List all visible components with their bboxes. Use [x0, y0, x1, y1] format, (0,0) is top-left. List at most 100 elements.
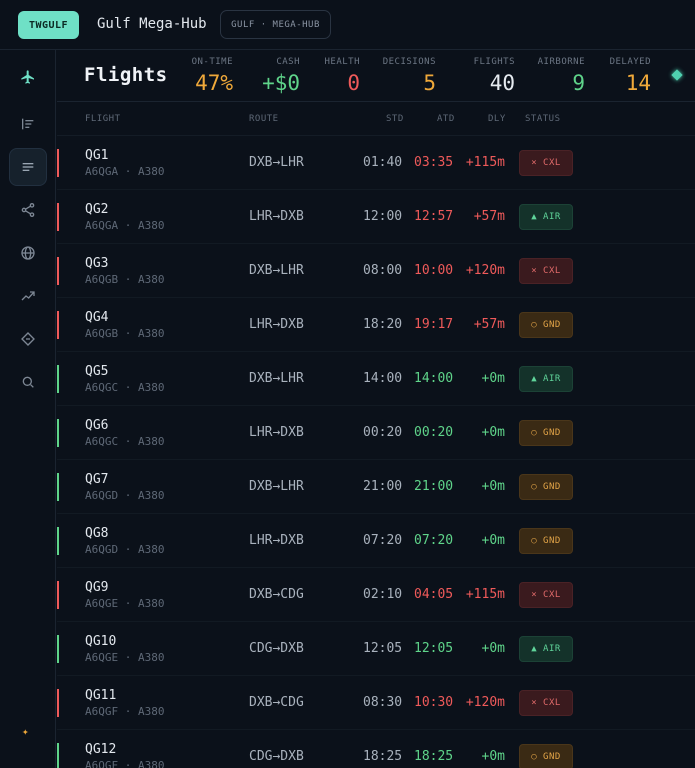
delay-value: +57m: [473, 317, 505, 332]
status-badge[interactable]: × CXL: [519, 258, 573, 284]
sparkle-icon: ✦: [22, 725, 29, 738]
network-icon[interactable]: [9, 191, 47, 229]
std-time: 21:00: [363, 479, 403, 494]
col-atd[interactable]: ATD: [437, 114, 455, 124]
flight-number: QG11: [85, 688, 117, 703]
status-badge[interactable]: ○ GND: [519, 744, 573, 768]
status-badge[interactable]: ▲ AIR: [519, 636, 573, 662]
route: DXB→CDG: [249, 695, 304, 710]
table-row[interactable]: QG3 A6QGB · A380 DXB→LHR 08:00 10:00 +120m × C…: [57, 244, 695, 298]
table-row[interactable]: QG12 A6QGF · A380 CDG→DXB 18:25 18:25 +0m ○ GN…: [57, 730, 695, 768]
status-badge[interactable]: × CXL: [519, 150, 573, 176]
timeline-icon[interactable]: [9, 105, 47, 143]
status-badge[interactable]: ▲ AIR: [519, 204, 573, 230]
atd-time: 21:00: [414, 479, 454, 494]
stat-value: +$0: [262, 71, 300, 95]
status-badge[interactable]: ○ GND: [519, 474, 573, 500]
stat-value: 5: [423, 71, 436, 95]
globe-icon[interactable]: [9, 234, 47, 272]
delay-indicator: [57, 203, 59, 231]
std-time: 08:30: [363, 695, 403, 710]
trend-icon[interactable]: [9, 277, 47, 315]
aircraft-reg: A6QGF · A380: [85, 705, 165, 718]
hub-selector[interactable]: GULF · MEGA-HUB: [220, 10, 331, 39]
atd-time: 10:30: [414, 695, 454, 710]
table-row[interactable]: QG5 A6QGC · A380 DXB→LHR 14:00 14:00 +0m ▲ AIR: [57, 352, 695, 406]
aircraft-reg: A6QGD · A380: [85, 543, 165, 556]
stat-value: 47%: [195, 71, 233, 95]
col-std[interactable]: STD: [386, 114, 404, 124]
stat-on-time: ON-TIME 47%: [192, 57, 233, 95]
plane-icon[interactable]: [9, 58, 47, 96]
col-route[interactable]: ROUTE: [249, 114, 279, 124]
stat-label: ON-TIME: [191, 57, 233, 67]
search-icon[interactable]: [9, 363, 47, 401]
route: CDG→DXB: [249, 749, 304, 764]
stat-label: CASH: [276, 57, 300, 67]
logo-button[interactable]: TWGULF: [18, 11, 79, 39]
aircraft-reg: A6QGB · A380: [85, 327, 165, 340]
delay-value: +0m: [481, 479, 505, 494]
delay-indicator: [57, 743, 59, 768]
table-row[interactable]: QG6 A6QGC · A380 LHR→DXB 00:20 00:20 +0m ○ GND: [57, 406, 695, 460]
delay-indicator: [57, 473, 59, 501]
aircraft-reg: A6QGE · A380: [85, 597, 165, 610]
atd-time: 12:05: [414, 641, 454, 656]
route: DXB→LHR: [249, 371, 304, 386]
table-row[interactable]: QG10 A6QGE · A380 CDG→DXB 12:05 12:05 +0m ▲ AI…: [57, 622, 695, 676]
std-time: 01:40: [363, 155, 403, 170]
status-badge[interactable]: ○ GND: [519, 420, 573, 446]
std-time: 12:05: [363, 641, 403, 656]
col-dly[interactable]: DLY: [488, 114, 506, 124]
table-row[interactable]: QG2 A6QGA · A380 LHR→DXB 12:00 12:57 +57m ▲ AI…: [57, 190, 695, 244]
flight-number: QG1: [85, 148, 109, 163]
delay-indicator: [57, 527, 59, 555]
list-icon[interactable]: [9, 148, 47, 186]
route: LHR→DXB: [249, 425, 304, 440]
ticket-icon[interactable]: [9, 320, 47, 358]
std-time: 14:00: [363, 371, 403, 386]
table-row[interactable]: QG9 A6QGE · A380 DXB→CDG 02:10 04:05 +115m × C…: [57, 568, 695, 622]
table-row[interactable]: QG8 A6QGD · A380 LHR→DXB 07:20 07:20 +0m ○ GND: [57, 514, 695, 568]
atd-time: 18:25: [414, 749, 454, 764]
table-row[interactable]: QG11 A6QGF · A380 DXB→CDG 08:30 10:30 +120m × …: [57, 676, 695, 730]
status-badge[interactable]: × CXL: [519, 690, 573, 716]
stat-decisions: DECISIONS 5: [383, 57, 436, 95]
delay-indicator: [57, 149, 59, 177]
std-time: 02:10: [363, 587, 403, 602]
live-indicator-icon: [671, 69, 683, 81]
status-badge[interactable]: ○ GND: [519, 312, 573, 338]
delay-value: +0m: [481, 749, 505, 764]
stat-value: 9: [572, 71, 585, 95]
flight-number: QG8: [85, 526, 109, 541]
aircraft-reg: A6QGB · A380: [85, 273, 165, 286]
delay-value: +0m: [481, 371, 505, 386]
std-time: 07:20: [363, 533, 403, 548]
delay-indicator: [57, 311, 59, 339]
route: CDG→DXB: [249, 641, 304, 656]
col-flight[interactable]: FLIGHT: [85, 114, 121, 124]
delay-indicator: [57, 365, 59, 393]
atd-time: 04:05: [414, 587, 454, 602]
atd-time: 14:00: [414, 371, 454, 386]
aircraft-reg: A6QGD · A380: [85, 489, 165, 502]
aircraft-reg: A6QGF · A380: [85, 759, 165, 768]
table-row[interactable]: QG1 A6QGA · A380 DXB→LHR 01:40 03:35 +115m × C…: [57, 136, 695, 190]
stat-label: DELAYED: [609, 57, 651, 67]
flight-number: QG7: [85, 472, 109, 487]
atd-time: 07:20: [414, 533, 454, 548]
stat-flights: FLIGHTS 40: [474, 57, 515, 95]
stat-value: 40: [489, 71, 515, 95]
std-time: 18:25: [363, 749, 403, 764]
status-badge[interactable]: ○ GND: [519, 528, 573, 554]
table-row[interactable]: QG4 A6QGB · A380 LHR→DXB 18:20 19:17 +57m ○ GN…: [57, 298, 695, 352]
status-badge[interactable]: × CXL: [519, 582, 573, 608]
col-status[interactable]: STATUS: [525, 114, 561, 124]
table-row[interactable]: QG7 A6QGD · A380 DXB→LHR 21:00 21:00 +0m ○ GND: [57, 460, 695, 514]
aircraft-reg: A6QGA · A380: [85, 219, 165, 232]
atd-time: 00:20: [414, 425, 454, 440]
delay-value: +0m: [481, 641, 505, 656]
route: DXB→CDG: [249, 587, 304, 602]
status-badge[interactable]: ▲ AIR: [519, 366, 573, 392]
flight-number: QG6: [85, 418, 109, 433]
